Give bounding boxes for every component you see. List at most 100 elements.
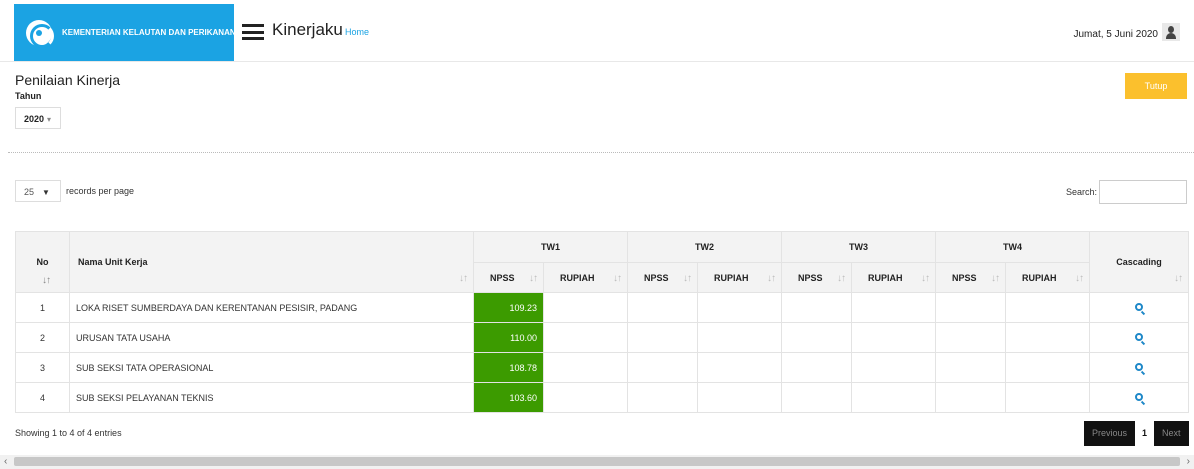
- cell-empty: [697, 382, 782, 413]
- search-icon[interactable]: [1135, 362, 1143, 371]
- pagination: Previous 1 Next: [1084, 421, 1189, 446]
- records-per-page-select[interactable]: 25 ▼: [15, 180, 61, 202]
- performance-table: No ↓↑ Nama Unit Kerja ↓↑ TW1 TW2 TW3 TW4 C…: [15, 231, 1189, 413]
- previous-page-button[interactable]: Previous: [1084, 421, 1135, 446]
- scroll-left-icon[interactable]: ‹: [4, 456, 7, 467]
- table-row: 1 LOKA RISET SUMBERDAYA DAN KERENTANAN P…: [15, 292, 1189, 323]
- cell-no: 4: [15, 382, 70, 413]
- cell-empty: [543, 322, 628, 353]
- search-label: Search:: [1066, 187, 1098, 197]
- header-tw3-rupiah[interactable]: RUPIAH ↓↑: [851, 262, 936, 293]
- cell-tw1-npss: 108.78: [473, 352, 544, 383]
- page-1-button[interactable]: 1: [1135, 421, 1155, 446]
- cell-no: 2: [15, 322, 70, 353]
- header-tw3-npss[interactable]: NPSS ↓↑: [781, 262, 852, 293]
- sort-asc-icon: ↓↑: [42, 275, 51, 286]
- header-tw4-npss[interactable]: NPSS ↓↑: [935, 262, 1006, 293]
- cell-empty: [1005, 382, 1090, 413]
- cell-empty: [935, 382, 1006, 413]
- sort-icon: ↓↑: [529, 273, 538, 284]
- close-button[interactable]: Tutup: [1125, 73, 1187, 99]
- cell-empty: [851, 292, 936, 323]
- cell-empty: [543, 352, 628, 383]
- cell-empty: [851, 352, 936, 383]
- records-per-page-value: 25: [24, 187, 35, 197]
- kkp-logo-icon: [26, 19, 54, 48]
- sort-icon: ↓↑: [921, 273, 930, 284]
- table-row: 2 URUSAN TATA USAHA 110.00: [15, 322, 1189, 353]
- sort-icon: ↓↑: [991, 273, 1000, 284]
- cell-empty: [851, 322, 936, 353]
- cell-empty: [781, 382, 852, 413]
- cell-no: 3: [15, 352, 70, 383]
- header-tw1: TW1: [473, 231, 628, 263]
- user-icon[interactable]: [1162, 23, 1180, 41]
- divider: [8, 152, 1194, 153]
- cell-empty: [935, 352, 1006, 383]
- cell-no: 1: [15, 292, 70, 323]
- current-date: Jumat, 5 Juni 2020: [1073, 29, 1159, 40]
- sort-icon: ↓↑: [459, 273, 468, 284]
- entries-info: Showing 1 to 4 of 4 entries: [15, 428, 122, 438]
- hamburger-menu-icon[interactable]: [242, 24, 264, 40]
- header-tw4: TW4: [935, 231, 1090, 263]
- sort-icon: ↓↑: [837, 273, 846, 284]
- cell-empty: [781, 352, 852, 383]
- sort-icon: ↓↑: [1174, 273, 1183, 284]
- header-tw2-npss[interactable]: NPSS ↓↑: [627, 262, 698, 293]
- header-cascading[interactable]: Cascading ↓↑: [1089, 231, 1189, 293]
- cell-empty: [697, 322, 782, 353]
- header-tw3: TW3: [781, 231, 936, 263]
- cell-nama: LOKA RISET SUMBERDAYA DAN KERENTANAN PES…: [69, 292, 474, 323]
- year-select[interactable]: 2020 ▾: [15, 107, 61, 129]
- table-row: 3 SUB SEKSI TATA OPERASIONAL 108.78: [15, 352, 1189, 383]
- header-tw1-npss[interactable]: NPSS ↓↑: [473, 262, 544, 293]
- header-tw2: TW2: [627, 231, 782, 263]
- cell-empty: [543, 382, 628, 413]
- records-per-page-label: records per page: [66, 186, 135, 196]
- sort-icon: ↓↑: [613, 273, 622, 284]
- year-label: Tahun: [15, 91, 42, 101]
- header-tw2-rupiah[interactable]: RUPIAH ↓↑: [697, 262, 782, 293]
- header-tw1-rupiah[interactable]: RUPIAH ↓↑: [543, 262, 628, 293]
- scroll-right-icon[interactable]: ›: [1187, 456, 1190, 467]
- cell-empty: [627, 382, 698, 413]
- cell-cascading: [1089, 292, 1189, 323]
- search-icon[interactable]: [1135, 332, 1143, 341]
- year-select-value: 2020: [24, 114, 45, 124]
- search-icon[interactable]: [1135, 392, 1143, 401]
- cell-empty: [543, 292, 628, 323]
- header-nama-unit-kerja[interactable]: Nama Unit Kerja ↓↑: [69, 231, 474, 293]
- search-icon[interactable]: [1135, 302, 1143, 311]
- cell-empty: [1005, 352, 1090, 383]
- brand-block[interactable]: KEMENTERIAN KELAUTAN DAN PERIKANAN: [14, 4, 236, 61]
- cell-empty: [781, 322, 852, 353]
- cell-cascading: [1089, 382, 1189, 413]
- caret-down-icon: ▼: [42, 188, 50, 197]
- cell-empty: [935, 292, 1006, 323]
- cell-empty: [1005, 292, 1090, 323]
- table-row: 4 SUB SEKSI PELAYANAN TEKNIS 103.60: [15, 382, 1189, 413]
- cell-empty: [851, 382, 936, 413]
- top-header: KEMENTERIAN KELAUTAN DAN PERIKANAN Kiner…: [0, 0, 1194, 62]
- cell-empty: [627, 352, 698, 383]
- search-input[interactable]: [1099, 180, 1187, 204]
- sort-icon: ↓↑: [1075, 273, 1084, 284]
- header-tw4-rupiah[interactable]: RUPIAH ↓↑: [1005, 262, 1090, 293]
- cell-tw1-npss: 109.23: [473, 292, 544, 323]
- next-page-button[interactable]: Next: [1154, 421, 1189, 446]
- header-no[interactable]: No ↓↑: [15, 231, 70, 293]
- scrollbar-thumb[interactable]: [14, 457, 1180, 466]
- cell-tw1-npss: 103.60: [473, 382, 544, 413]
- cell-empty: [697, 292, 782, 323]
- horizontal-scrollbar[interactable]: ‹ ›: [0, 455, 1194, 469]
- cell-cascading: [1089, 352, 1189, 383]
- breadcrumb-home-link[interactable]: Home: [345, 27, 369, 37]
- cell-empty: [627, 322, 698, 353]
- cell-empty: [697, 352, 782, 383]
- brand-name: KEMENTERIAN KELAUTAN DAN PERIKANAN: [62, 28, 236, 37]
- sort-icon: ↓↑: [767, 273, 776, 284]
- cell-empty: [627, 292, 698, 323]
- cell-nama: SUB SEKSI PELAYANAN TEKNIS: [69, 382, 474, 413]
- cell-nama: SUB SEKSI TATA OPERASIONAL: [69, 352, 474, 383]
